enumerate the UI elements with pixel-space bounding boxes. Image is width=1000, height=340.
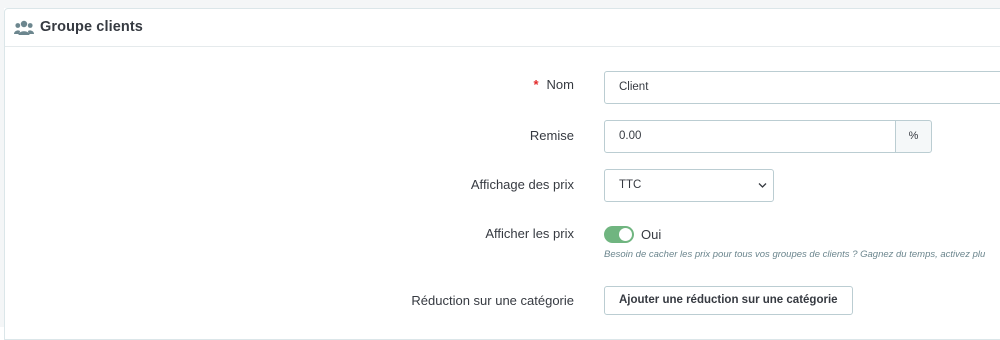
panel-title: Groupe clients: [40, 19, 143, 35]
show-prices-state: Oui: [641, 227, 662, 242]
required-marker: *: [533, 77, 539, 92]
show-prices-toggle[interactable]: [604, 226, 634, 243]
toggle-knob: [619, 228, 632, 241]
discount-input[interactable]: 0.00: [604, 120, 896, 153]
page-background: [0, 0, 1000, 8]
show-prices-help: Besoin de cacher les prix pour tous vos …: [604, 249, 986, 260]
name-input[interactable]: Client: [604, 71, 1000, 104]
discount-label: Remise: [529, 128, 574, 143]
price-display-select[interactable]: TTC: [604, 169, 774, 202]
name-label-wrapper: * Nom: [533, 77, 574, 92]
category-reduction-label: Réduction sur une catégorie: [411, 293, 574, 308]
show-prices-label: Afficher les prix: [485, 226, 574, 241]
price-display-label: Affichage des prix: [470, 177, 574, 192]
price-display-selected: TTC: [619, 179, 642, 191]
add-category-reduction-button[interactable]: Ajouter une réduction sur une catégorie: [604, 286, 853, 315]
panel-header: Groupe clients: [5, 9, 1000, 47]
chevron-down-icon: [758, 183, 767, 188]
users-group-icon: [14, 20, 34, 35]
discount-unit-addon: %: [895, 120, 932, 153]
name-label: Nom: [546, 77, 574, 92]
